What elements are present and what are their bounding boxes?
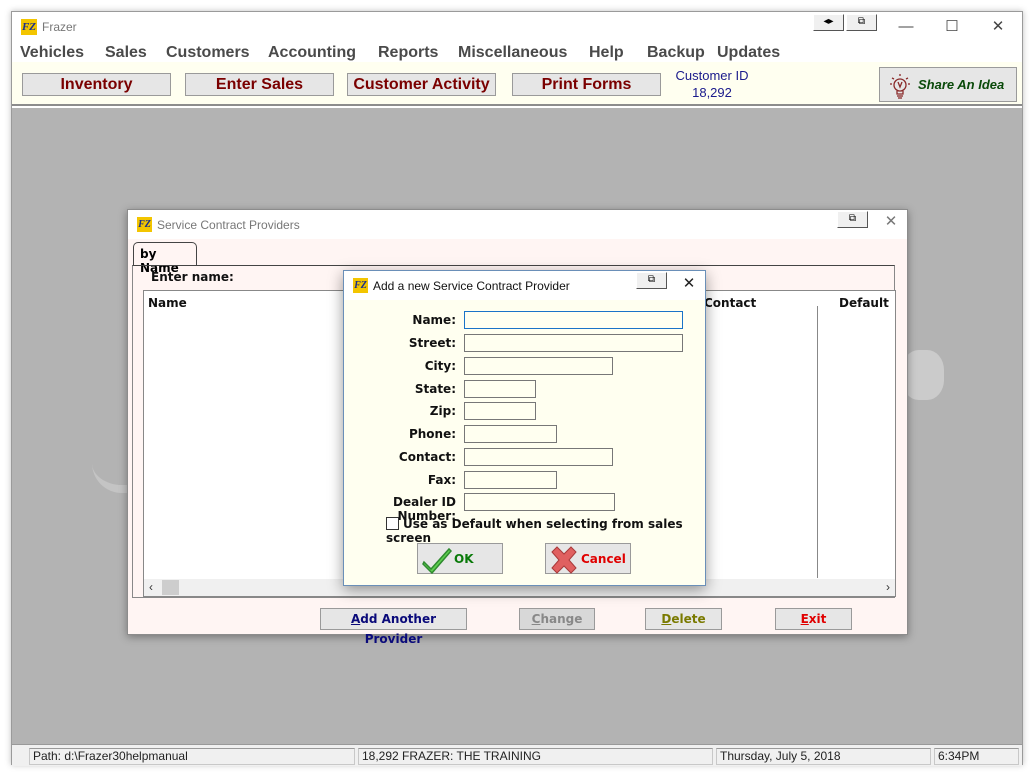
add-provider-dialog: FZ Add a new Service Contract Provider ⧉… <box>343 270 706 586</box>
app-logo-icon: FZ <box>137 217 152 232</box>
dialog-restore-button[interactable]: ⧉ <box>636 272 667 289</box>
column-header-contact[interactable]: Contact <box>704 296 756 310</box>
fax-label: Fax: <box>427 473 456 487</box>
contact-label: Contact: <box>398 450 456 464</box>
contact-field[interactable] <box>464 448 613 466</box>
name-label: Name: <box>412 313 456 327</box>
providers-window-title: Service Contract Providers <box>157 218 300 232</box>
street-field[interactable] <box>464 334 683 352</box>
change-button[interactable]: Change <box>519 608 595 630</box>
delete-label: elete <box>671 612 706 626</box>
status-time: 6:34PM <box>934 748 1019 765</box>
city-label: City: <box>424 359 456 373</box>
frazer-main-window: FZ Frazer ◂▸ ⧉ — ☐ ✕ Vehicles Sales Cust… <box>11 11 1023 766</box>
dealer-id-field[interactable] <box>464 493 615 511</box>
background-watermark <box>902 350 944 400</box>
tab-by-name[interactable]: by Name <box>133 242 197 275</box>
exit-label: xit <box>808 612 827 626</box>
menu-updates[interactable]: Updates <box>717 44 780 62</box>
state-field[interactable] <box>464 380 536 398</box>
status-company: 18,292 FRAZER: THE TRAINING <box>358 748 713 765</box>
zip-label: Zip: <box>429 404 456 418</box>
scroll-left-icon[interactable]: ‹ <box>149 579 153 596</box>
quick-toolbar: Inventory Enter Sales Customer Activity … <box>12 62 1022 106</box>
ok-button[interactable]: OK <box>417 543 503 574</box>
column-divider <box>817 306 818 578</box>
app-logo-icon: FZ <box>353 278 368 293</box>
resize-toggle-button[interactable]: ◂▸ <box>813 14 844 31</box>
close-button[interactable]: ✕ <box>976 16 1020 40</box>
exit-button[interactable]: Exit <box>775 608 852 630</box>
providers-close-button[interactable]: ✕ <box>871 211 911 235</box>
street-label: Street: <box>408 336 456 350</box>
customer-id-label: Customer ID <box>675 68 749 83</box>
delete-button[interactable]: Delete <box>645 608 722 630</box>
customer-id-display: Customer ID 18,292 <box>674 67 750 101</box>
menu-vehicles[interactable]: Vehicles <box>20 44 84 62</box>
menu-backup[interactable]: Backup <box>647 44 705 62</box>
background-watermark-curve <box>92 463 132 493</box>
phone-label: Phone: <box>408 427 456 441</box>
scroll-right-icon[interactable]: › <box>886 579 890 596</box>
menu-reports[interactable]: Reports <box>378 44 438 62</box>
add-another-provider-button[interactable]: Add Another Provider <box>320 608 467 646</box>
share-idea-label: Share An Idea <box>918 77 1005 92</box>
dialog-close-button[interactable]: ✕ <box>669 273 709 297</box>
delete-hotkey: D <box>661 612 672 626</box>
change-label: hange <box>540 612 583 626</box>
state-label: State: <box>414 382 456 396</box>
column-header-default[interactable]: Default <box>839 296 889 310</box>
exit-hotkey: E <box>800 612 809 626</box>
status-path: Path: d:\Frazer30helpmanual <box>29 748 355 765</box>
print-forms-button[interactable]: Print Forms <box>512 73 661 96</box>
status-bar: Path: d:\Frazer30helpmanual 18,292 FRAZE… <box>12 744 1022 766</box>
customer-id-value: 18,292 <box>692 85 732 100</box>
cancel-button[interactable]: Cancel <box>545 543 631 574</box>
app-title: Frazer <box>42 20 77 34</box>
share-idea-button[interactable]: Share An Idea <box>879 67 1017 102</box>
scroll-thumb[interactable] <box>162 580 179 595</box>
maximize-button[interactable]: ☐ <box>930 16 974 40</box>
minimize-button[interactable]: — <box>884 16 928 40</box>
workspace: FZ Service Contract Providers ⧉ ✕ by Nam… <box>12 108 1022 744</box>
providers-restore-button[interactable]: ⧉ <box>837 211 868 228</box>
menu-accounting[interactable]: Accounting <box>268 44 356 62</box>
menu-bar: Vehicles Sales Customers Accounting Repo… <box>12 42 1022 62</box>
fax-field[interactable] <box>464 471 557 489</box>
default-checkbox[interactable] <box>386 517 399 530</box>
add-label: dd Another Provider <box>360 612 437 646</box>
column-header-name[interactable]: Name <box>148 296 187 310</box>
cancel-x-icon <box>551 546 577 574</box>
menu-miscellaneous[interactable]: Miscellaneous <box>458 44 567 62</box>
enter-name-label: Enter name: <box>151 270 234 284</box>
restore-window-button[interactable]: ⧉ <box>846 14 877 31</box>
menu-help[interactable]: Help <box>589 44 624 62</box>
default-checkbox-label: Use as Default when selecting from sales… <box>386 517 683 545</box>
lightbulb-icon <box>890 74 910 99</box>
zip-field[interactable] <box>464 402 536 420</box>
cancel-label: Cancel <box>581 552 626 566</box>
dialog-title: Add a new Service Contract Provider <box>373 279 570 293</box>
menu-sales[interactable]: Sales <box>105 44 147 62</box>
title-bar: FZ Frazer ◂▸ ⧉ — ☐ ✕ <box>12 12 1022 42</box>
ok-label: OK <box>454 552 474 566</box>
city-field[interactable] <box>464 357 613 375</box>
menu-customers[interactable]: Customers <box>166 44 250 62</box>
status-date: Thursday, July 5, 2018 <box>716 748 931 765</box>
app-logo-icon: FZ <box>21 19 37 35</box>
enter-sales-button[interactable]: Enter Sales <box>185 73 334 96</box>
providers-title-bar: FZ Service Contract Providers ⧉ ✕ <box>128 210 907 239</box>
phone-field[interactable] <box>464 425 557 443</box>
name-field[interactable] <box>464 311 683 329</box>
inventory-button[interactable]: Inventory <box>22 73 171 96</box>
default-checkbox-row[interactable]: Use as Default when selecting from sales… <box>386 517 705 545</box>
customer-activity-button[interactable]: Customer Activity <box>347 73 496 96</box>
add-hotkey: A <box>350 612 361 626</box>
checkmark-icon <box>422 547 453 574</box>
dialog-title-bar: FZ Add a new Service Contract Provider ⧉… <box>344 271 705 300</box>
